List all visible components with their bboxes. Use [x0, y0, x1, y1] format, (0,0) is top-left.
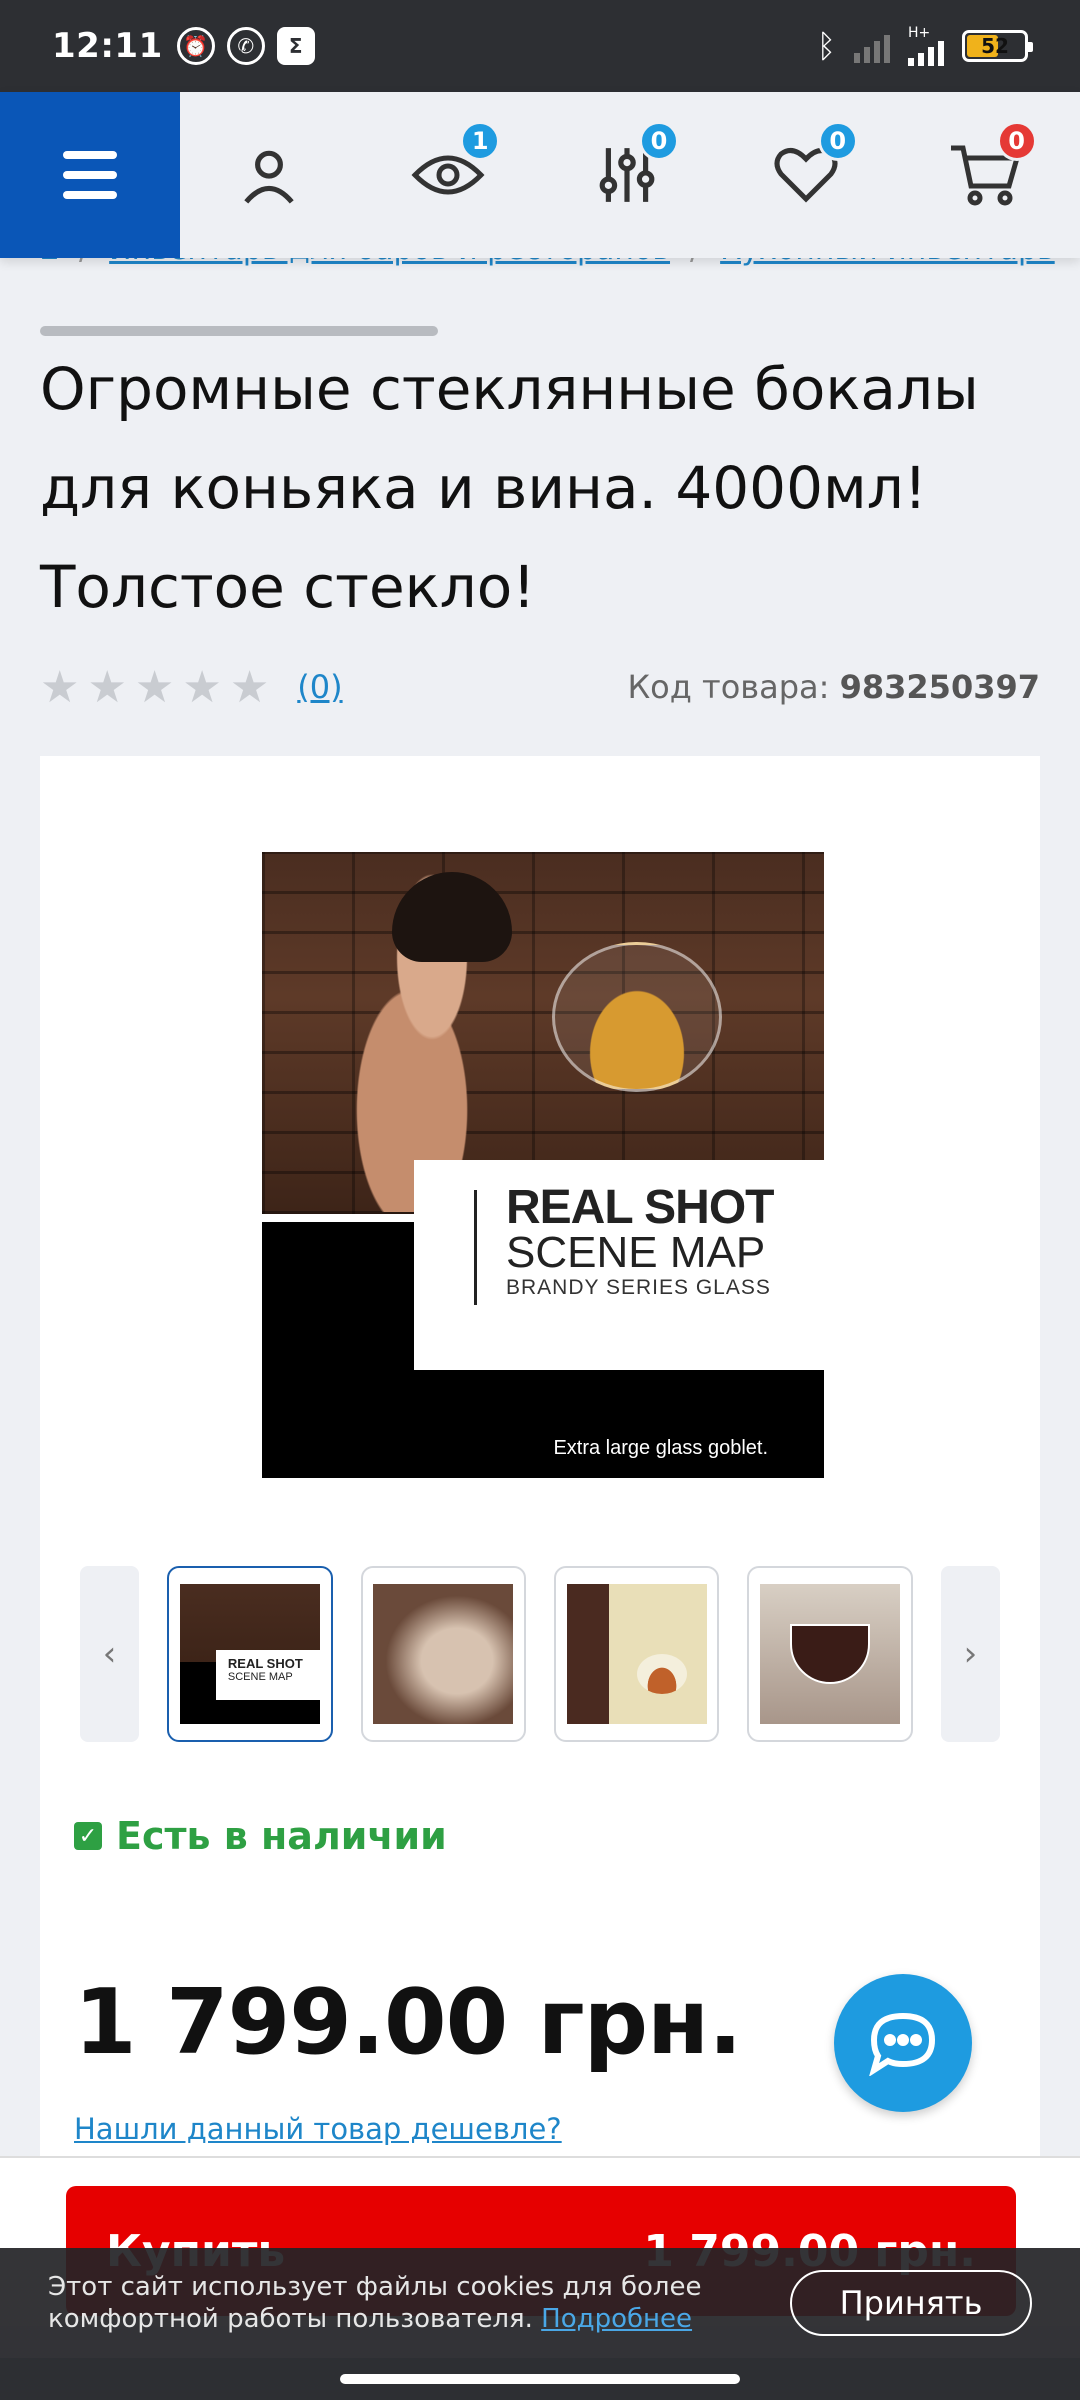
chat-bubble-icon [869, 2012, 936, 2076]
compare-button[interactable]: 0 [585, 121, 679, 217]
viewed-badge: 1 [460, 121, 501, 161]
star-icon: ★ [134, 661, 175, 713]
hamburger-icon [63, 151, 117, 159]
account-button[interactable] [227, 133, 311, 217]
sku-value: 983250397 [839, 668, 1040, 706]
image-caption: Extra large glass goblet. [553, 1437, 768, 1459]
star-icon: ★ [182, 661, 222, 713]
product-main-image[interactable]: REAL SHOT SCENE MAP BRANDY SERIES GLASS … [262, 852, 824, 1478]
thumbnail-strip: ‹ REAL SHOT SCENE MAP › [80, 1566, 1000, 1742]
rating-row: ★ ★ ★ ★ ★ (0) Код товара: 983250397 [40, 652, 1040, 722]
thumbnail-2[interactable] [360, 1566, 526, 1742]
battery-icon: 52 [962, 30, 1033, 62]
wishlist-badge: 0 [817, 121, 858, 161]
sigma-icon: Σ [276, 27, 315, 65]
thumbnail-4[interactable] [747, 1566, 913, 1742]
check-icon: ✓ [74, 1822, 102, 1850]
thumbnail-3[interactable] [553, 1566, 720, 1742]
signal-icon [854, 29, 890, 63]
viber-icon: ✆ [226, 27, 265, 65]
user-icon [244, 150, 295, 204]
product-price: 1 799.00 грн. [74, 1970, 742, 2075]
thumbnail-1[interactable]: REAL SHOT SCENE MAP [167, 1566, 333, 1742]
rating-stars[interactable]: ★ ★ ★ ★ ★ [40, 662, 269, 713]
image-text-line3: BRANDY SERIES GLASS [506, 1276, 771, 1299]
wishlist-button[interactable]: 0 [764, 121, 858, 217]
star-icon: ★ [40, 661, 80, 713]
star-icon: ★ [229, 661, 270, 713]
signal-icon-2 [908, 40, 944, 66]
site-header: 1 0 0 0 [0, 92, 1080, 258]
star-icon: ★ [87, 661, 127, 713]
sku: Код товара: 983250397 [627, 668, 1040, 706]
home-gesture-bar[interactable] [340, 2374, 740, 2384]
image-label-box: REAL SHOT SCENE MAP BRANDY SERIES GLASS [414, 1160, 824, 1370]
cart-button[interactable]: 0 [943, 121, 1037, 217]
cookie-accept-button[interactable]: Принять [790, 2270, 1032, 2336]
found-cheaper-link[interactable]: Нашли данный товар дешевле? [74, 2112, 562, 2146]
goblet-image [552, 942, 722, 1092]
stock-status: ✓ Есть в наличии [74, 1814, 447, 1858]
thumb-next-button[interactable]: › [940, 1566, 1000, 1742]
reviews-link[interactable]: (0) [297, 668, 342, 706]
breadcrumb-scroll-indicator [40, 326, 438, 336]
image-text-line1: REAL SHOT [506, 1181, 774, 1234]
alarm-icon: ⏰ [176, 27, 215, 65]
chat-button[interactable] [834, 1974, 972, 2112]
battery-level: 52 [981, 34, 1009, 58]
cart-badge: 0 [996, 121, 1037, 161]
status-bar: 12:11 ⏰ ✆ Σ ᛒ H+ 52 [0, 0, 1080, 92]
cookie-text-block: Этот сайт использует файлы cookies для б… [48, 2271, 768, 2335]
menu-button[interactable] [0, 92, 180, 258]
thumb-prev-button[interactable]: ‹ [80, 1566, 140, 1742]
network-type: H+ [908, 25, 931, 41]
system-nav-bar [0, 2358, 1080, 2400]
cookie-banner: Этот сайт использует файлы cookies для б… [0, 2248, 1080, 2358]
bluetooth-icon: ᛒ [816, 27, 836, 65]
image-text-line2: SCENE MAP [506, 1228, 766, 1277]
clock: 12:11 [52, 26, 163, 66]
stock-text: Есть в наличии [116, 1814, 447, 1858]
product-title: Огромные стеклянные бокалы для коньяка и… [40, 355, 979, 621]
thumb-text-line2: SCENE MAP [227, 1671, 293, 1683]
cookie-more-link[interactable]: Подробнее [541, 2304, 692, 2334]
viewed-button[interactable]: 1 [406, 121, 501, 217]
sku-label: Код товара: [627, 668, 830, 706]
compare-badge: 0 [638, 121, 679, 161]
thumb-text-line1: REAL SHOT [227, 1656, 303, 1671]
